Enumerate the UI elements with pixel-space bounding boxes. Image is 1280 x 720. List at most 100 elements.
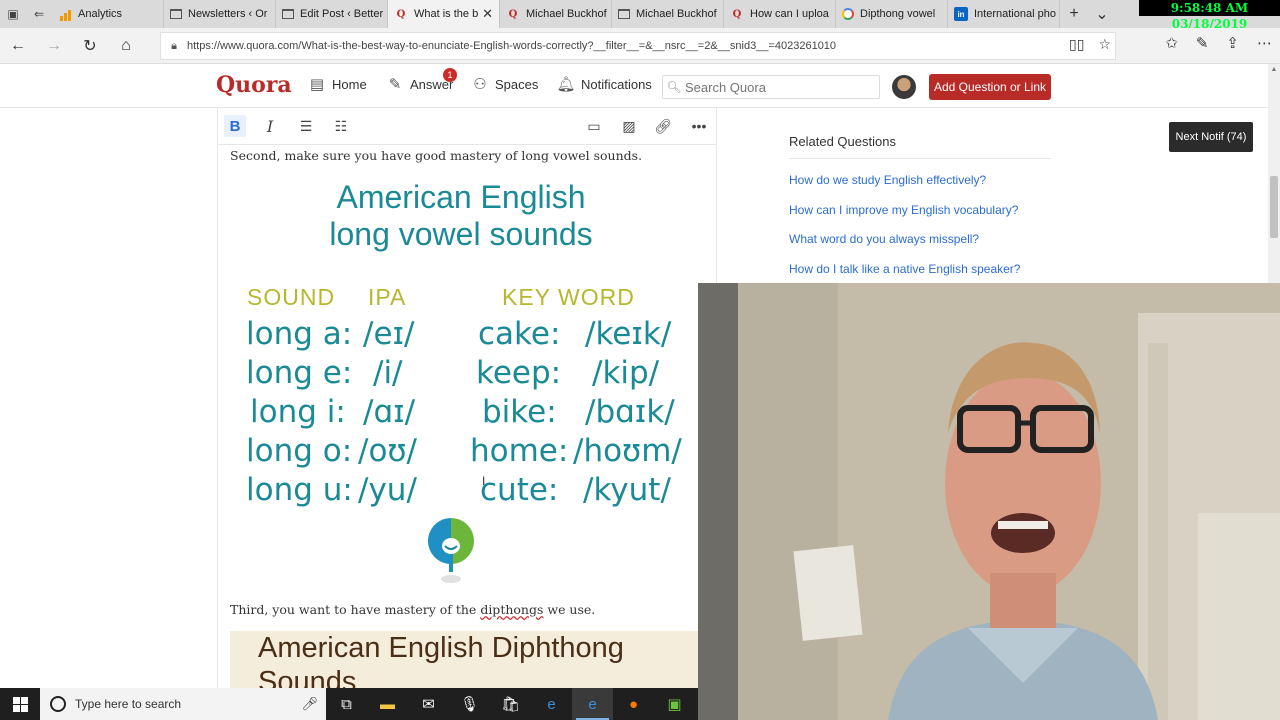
tab-how-can-i-upload[interactable]: Q How can I uploa xyxy=(724,0,836,28)
answer-editor[interactable]: B I ☰ ☷ ▭ ▨ 🔗︎ ••• Second, make sure you… xyxy=(217,108,717,688)
set-aside-tabs-icon[interactable]: ⇐ xyxy=(26,0,52,28)
related-question-link[interactable]: How do I talk like a native English spea… xyxy=(789,261,1051,278)
analytics-bars-icon xyxy=(58,7,72,21)
text-cursor-icon: I xyxy=(482,474,486,488)
row-sound: long a: xyxy=(246,316,353,352)
more-menu-icon[interactable]: ⋯ xyxy=(1257,34,1272,52)
bell-icon: 🔔︎ xyxy=(556,76,576,93)
row-word: home: xyxy=(470,433,569,469)
tab-dipthong-vowel[interactable]: Dipthong vowel xyxy=(836,0,948,28)
recorder-microphone-icon[interactable]: 🎙︎ xyxy=(449,688,490,720)
refresh-icon[interactable]: ↻ xyxy=(72,28,108,64)
add-question-button[interactable]: Add Question or Link xyxy=(929,74,1051,100)
scroll-thumb[interactable] xyxy=(1270,176,1278,238)
clock-overlay: 9:58:48 AM 03/18/2019 xyxy=(1139,0,1280,31)
row-ipa: /ɑɪ/ xyxy=(363,394,416,430)
tab-analytics[interactable]: Analytics xyxy=(52,0,164,28)
tab-international-phonetic[interactable]: in International pho xyxy=(948,0,1060,28)
store-bag-icon[interactable]: 🛍︎ xyxy=(490,688,531,720)
paragraph-diphthongs[interactable]: Third, you want to have mastery of the d… xyxy=(230,602,595,617)
spaces-people-icon: ⚇ xyxy=(473,76,487,93)
tab-michael-buckhoff-page[interactable]: Michael Buckhof xyxy=(612,0,724,28)
share-icon[interactable]: ⇪ xyxy=(1226,34,1239,52)
mail-icon[interactable]: ✉ xyxy=(408,688,449,720)
bold-button[interactable]: B xyxy=(224,115,246,137)
tab-label: Analytics xyxy=(78,8,123,20)
long-vowel-sounds-image[interactable]: American English long vowel sounds SOUND… xyxy=(230,176,700,584)
nav-notifications-label: Notifications xyxy=(581,76,652,92)
back-arrow-icon[interactable]: ← xyxy=(0,28,36,64)
nav-home-label: Home xyxy=(332,76,367,92)
quora-header: Quora ▤ Home ✎ Answer 1 ⚇ Spaces 🔔︎ Noti… xyxy=(0,64,1268,108)
favorites-hub-icon[interactable]: ✩ xyxy=(1165,34,1178,52)
start-button[interactable] xyxy=(0,688,40,720)
nav-home[interactable]: ▤ Home xyxy=(308,75,367,93)
file-explorer-icon[interactable]: ▬ xyxy=(367,688,408,720)
tab-label: Dipthong vowel xyxy=(860,8,936,20)
camtasia-icon[interactable]: ▣ xyxy=(654,688,695,720)
tab-edit-post[interactable]: Edit Post ‹ Better xyxy=(276,0,388,28)
related-question-link[interactable]: What word do you always misspell? xyxy=(789,231,1051,248)
forward-arrow-icon[interactable]: → xyxy=(36,28,72,64)
new-tab-plus-icon[interactable]: + xyxy=(1060,5,1088,23)
tab-label: Michael Buckhof xyxy=(526,8,607,20)
avatar[interactable] xyxy=(892,75,916,99)
tab-what-is-the-best-way[interactable]: Q What is the b ✕ xyxy=(388,0,500,28)
image-upload-icon[interactable]: ▨ xyxy=(618,115,640,137)
favorite-star-icon[interactable]: ☆ xyxy=(1098,36,1111,53)
diphthong-image-title: American English Diphthong Sounds xyxy=(258,632,624,688)
url-field[interactable]: 🔒︎ https://www.quora.com/What-is-the-bes… xyxy=(160,32,1116,60)
nav-notifications[interactable]: 🔔︎ Notifications xyxy=(556,75,652,93)
nav-spaces[interactable]: ⚇ Spaces xyxy=(471,75,538,93)
nav-spaces-label: Spaces xyxy=(495,76,539,92)
edge-browser-icon[interactable]: e xyxy=(572,688,613,720)
link-icon[interactable]: 🔗︎ xyxy=(652,115,674,137)
firefox-icon[interactable]: ● xyxy=(613,688,654,720)
row-ipa: /eɪ/ xyxy=(363,316,415,352)
paragraph-long-vowels[interactable]: Second, make sure you have good mastery … xyxy=(230,148,642,163)
related-question-link[interactable]: How can I improve my English vocabulary? xyxy=(789,202,1051,219)
pen-notes-icon[interactable]: ✎ xyxy=(1196,34,1209,52)
related-questions-heading: Related Questions xyxy=(789,128,1051,159)
row-word: keep: xyxy=(476,355,562,391)
related-question-link[interactable]: How do we study English effectively? xyxy=(789,172,1051,189)
bulleted-list-icon[interactable]: ☷ xyxy=(330,115,352,137)
internet-explorer-icon[interactable]: e xyxy=(531,688,572,720)
related-questions: Related Questions How do we study Englis… xyxy=(789,128,1051,277)
quora-q-icon: Q xyxy=(508,8,518,20)
paragraph-text: Third, you want to have mastery of the xyxy=(230,602,481,617)
row-sound: long o: xyxy=(246,433,353,469)
microphone-icon[interactable]: 🎤︎ xyxy=(301,696,318,712)
tab-michael-buckhoff-quora[interactable]: Q Michael Buckhof xyxy=(500,0,612,28)
numbered-list-icon[interactable]: ☰ xyxy=(295,115,317,137)
home-feed-icon: ▤ xyxy=(309,76,325,93)
close-tab-icon[interactable]: ✕ xyxy=(482,6,493,22)
google-g-icon xyxy=(842,8,854,20)
scroll-up-icon[interactable]: ▲ xyxy=(1268,64,1280,76)
quora-logo[interactable]: Quora xyxy=(216,72,292,98)
row-word: bike: xyxy=(482,394,557,430)
search-box[interactable]: 🔍︎ xyxy=(662,75,880,99)
home-icon[interactable]: ⌂ xyxy=(108,28,144,64)
next-notification-button[interactable]: Next Notif (74) xyxy=(1169,122,1253,152)
task-view-icon[interactable]: ⧉ xyxy=(326,688,367,720)
tab-list-chevron-icon[interactable]: ⌄ xyxy=(1088,4,1116,24)
browser-tab-strip: ▣ ⇐ Analytics Newsletters ‹ Or Edit Post… xyxy=(0,0,1280,31)
search-input[interactable] xyxy=(685,79,865,95)
reading-view-icon[interactable]: ▯▯ xyxy=(1069,36,1084,53)
row-word-ipa: /keɪk/ xyxy=(585,316,672,352)
video-icon[interactable]: ▭ xyxy=(583,115,605,137)
diphthong-sounds-image[interactable]: American English Diphthong Sounds xyxy=(230,631,716,688)
more-options-icon[interactable]: ••• xyxy=(688,115,710,137)
row-ipa: /oʊ/ xyxy=(358,433,418,469)
taskbar-search-box[interactable]: Type here to search 🎤︎ xyxy=(40,688,326,720)
tab-newsletters[interactable]: Newsletters ‹ Or xyxy=(164,0,276,28)
misspelled-word[interactable]: dipthongs xyxy=(480,602,543,617)
tab-actions-icon[interactable]: ▣ xyxy=(0,0,26,28)
italic-button[interactable]: I xyxy=(259,115,281,137)
paragraph-text: we use. xyxy=(543,602,596,617)
tab-label: How can I uploa xyxy=(750,8,829,20)
row-sound: long i: xyxy=(250,394,346,430)
row-word: cute: xyxy=(480,472,559,508)
presenter-video-frame xyxy=(698,283,1280,720)
